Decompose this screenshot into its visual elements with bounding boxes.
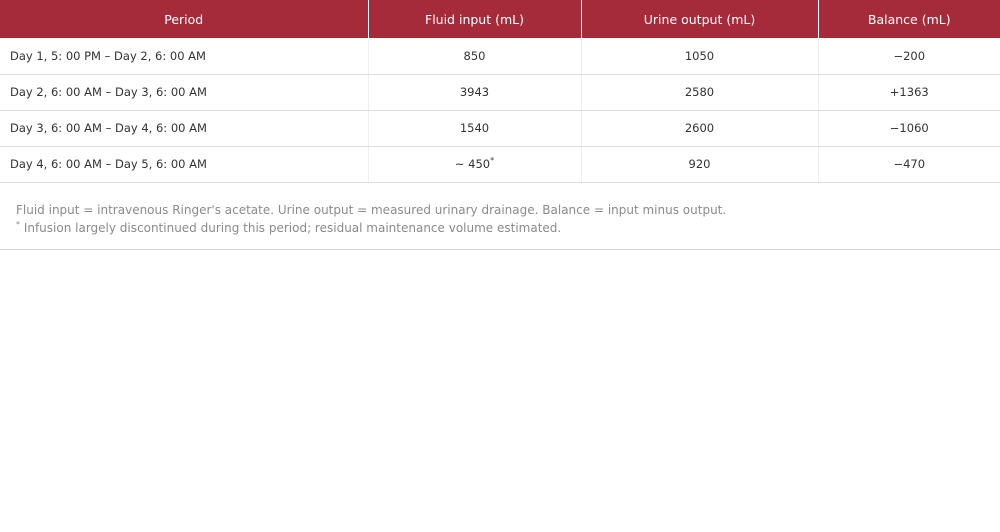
footnote-asterisk: * Infusion largely discontinued during t… xyxy=(16,219,984,237)
cell-period: Day 4, 6: 00 AM – Day 5, 6: 00 AM xyxy=(0,146,369,183)
cell-period: Day 3, 6: 00 AM – Day 4, 6: 00 AM xyxy=(0,110,369,147)
cell-fluid-input: 850 xyxy=(368,38,582,75)
cell-urine-output: 920 xyxy=(581,146,819,183)
cell-balance: +1363 xyxy=(818,74,1000,111)
header-balance: Balance (mL) xyxy=(818,0,1000,38)
cell-urine-output: 2600 xyxy=(581,110,819,147)
cell-balance: −470 xyxy=(818,146,1000,183)
header-urine-output: Urine output (mL) xyxy=(581,0,819,38)
cell-fluid-input-value: 3943 xyxy=(459,85,490,99)
cell-period: Day 1, 5: 00 PM – Day 2, 6: 00 AM xyxy=(0,38,369,75)
cell-period: Day 2, 6: 00 AM – Day 3, 6: 00 AM xyxy=(0,74,369,111)
table-header: Period Fluid input (mL) Urine output (mL… xyxy=(0,0,1000,38)
table-row: Day 1, 5: 00 PM – Day 2, 6: 00 AM 850 10… xyxy=(0,38,1000,75)
cell-balance: −1060 xyxy=(818,110,1000,147)
cell-fluid-input: ~ 450* xyxy=(368,146,582,183)
footnote-asterisk-text: Infusion largely discontinued during thi… xyxy=(20,220,562,235)
cell-fluid-input: 1540 xyxy=(368,110,582,147)
fluid-balance-table-container: Period Fluid input (mL) Urine output (mL… xyxy=(0,0,1000,250)
cell-urine-output: 1050 xyxy=(581,38,819,75)
cell-balance: −200 xyxy=(818,38,1000,75)
cell-fluid-input-value: 850 xyxy=(463,48,486,63)
header-row: Period Fluid input (mL) Urine output (mL… xyxy=(0,0,1000,38)
table-row: Day 4, 6: 00 AM – Day 5, 6: 00 AM ~ 450*… xyxy=(0,146,1000,183)
fluid-balance-table: Period Fluid input (mL) Urine output (mL… xyxy=(0,0,1000,183)
table-row: Day 3, 6: 00 AM – Day 4, 6: 00 AM 1540 2… xyxy=(0,110,1000,147)
cell-fluid-input: 3943 xyxy=(368,74,582,111)
table-row: Day 2, 6: 00 AM – Day 3, 6: 00 AM 3943 2… xyxy=(0,74,1000,111)
header-period: Period xyxy=(0,0,369,38)
cell-fluid-input-value: ~ 450 xyxy=(454,157,491,171)
footnote-mark: * xyxy=(490,156,495,166)
cell-urine-output: 2580 xyxy=(581,74,819,111)
footnote-definitions: Fluid input = intravenous Ringer's aceta… xyxy=(16,202,727,217)
cell-fluid-input-value: 1540 xyxy=(459,121,490,135)
header-fluid-input: Fluid input (mL) xyxy=(368,0,582,38)
table-footnotes: Fluid input = intravenous Ringer's aceta… xyxy=(0,183,1000,237)
table-body: Day 1, 5: 00 PM – Day 2, 6: 00 AM 850 10… xyxy=(0,38,1000,183)
